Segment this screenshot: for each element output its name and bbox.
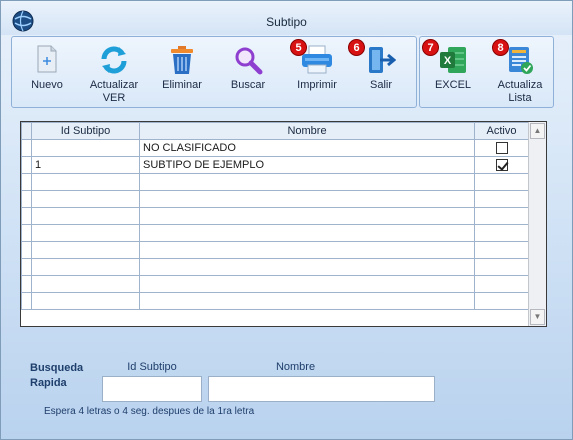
empty-row[interactable] [21,258,529,276]
search-label: Buscar [230,79,266,91]
magnifier-icon [235,47,263,75]
new-button[interactable]: Nuevo [22,37,72,109]
update-list-icon [509,47,533,74]
badge-8: 8 [492,39,509,56]
update-list-label: Actualiza Lista [497,79,543,104]
search-id-label: Id Subtipo [127,361,177,373]
search-hint: Espera 4 letras o 4 seg. despues de la 1… [44,406,255,417]
exit-label: Salir [369,79,392,91]
refresh-icon [101,46,127,74]
table-row[interactable]: 1 SUBTIPO DE EJEMPLO [21,156,529,174]
update-list-button[interactable]: 8 Actualiza Lista [488,37,552,109]
subtipo-table: Id Subtipo Nombre Activo NO CLASIFICADO … [21,122,529,310]
row-selector[interactable] [21,156,32,174]
empty-row[interactable] [21,275,529,293]
header-row: Id Subtipo Nombre Activo [21,122,529,140]
empty-row[interactable] [21,241,529,259]
col-header-id[interactable]: Id Subtipo [31,122,140,140]
cell-activo[interactable] [474,139,529,157]
subtipo-grid: Id Subtipo Nombre Activo NO CLASIFICADO … [20,121,547,327]
row-selector-header [21,122,32,140]
quick-search-title: Busqueda Rapida [30,362,84,389]
cell-nombre[interactable]: SUBTIPO DE EJEMPLO [139,156,475,174]
empty-row[interactable] [21,190,529,208]
badge-7: 7 [422,39,439,56]
activo-checkbox[interactable] [495,142,508,155]
title-bar: Subtipo [1,1,572,35]
new-document-icon [37,45,57,73]
cell-nombre[interactable]: NO CLASIFICADO [139,139,475,157]
empty-row[interactable] [21,292,529,310]
search-nombre-label: Nombre [275,361,316,373]
cell-activo[interactable] [474,156,529,174]
refresh-view-label: Actualizar VER [89,79,139,104]
print-button[interactable]: 5 Imprimir [284,37,350,109]
empty-row[interactable] [21,224,529,242]
delete-button[interactable]: Eliminar [154,37,210,109]
exit-door-icon [369,47,396,73]
new-label: Nuevo [31,79,63,91]
grid-vertical-scrollbar[interactable]: ▲ ▼ [528,122,546,326]
cell-id[interactable] [31,139,140,157]
delete-label: Eliminar [162,79,202,91]
empty-row[interactable] [21,207,529,225]
empty-row[interactable] [21,173,529,191]
svg-text:X: X [444,55,452,67]
excel-label: EXCEL [434,79,472,91]
toolbar-export: X 7 EXCEL 8 Actualiza Lista [419,36,554,108]
col-header-activo[interactable]: Activo [474,122,529,140]
window-title: Subtipo [266,15,307,29]
badge-6: 6 [348,39,365,56]
row-selector[interactable] [21,139,32,157]
scroll-down-icon[interactable]: ▼ [530,309,545,325]
toolbar-main: Nuevo Actualizar VER Eliminar Buscar 5 I… [11,36,417,108]
search-nombre-input[interactable] [208,376,435,402]
activo-checkbox-checked[interactable] [495,159,508,172]
excel-button[interactable]: X 7 EXCEL [422,37,484,109]
col-header-nombre[interactable]: Nombre [139,122,475,140]
subtipo-window: Subtipo Nuevo Actualizar VER Eliminar Bu… [0,0,573,440]
refresh-view-button[interactable]: Actualizar VER [84,37,144,109]
exit-button[interactable]: 6 Salir [348,37,414,109]
scroll-up-icon[interactable]: ▲ [530,123,545,139]
excel-icon: X [440,47,466,73]
trash-icon [171,46,193,74]
badge-5: 5 [290,39,307,56]
search-button[interactable]: Buscar [220,37,276,109]
search-id-input[interactable] [102,376,202,402]
print-label: Imprimir [297,79,337,91]
table-row[interactable]: NO CLASIFICADO [21,139,529,157]
cell-id[interactable]: 1 [31,156,140,174]
